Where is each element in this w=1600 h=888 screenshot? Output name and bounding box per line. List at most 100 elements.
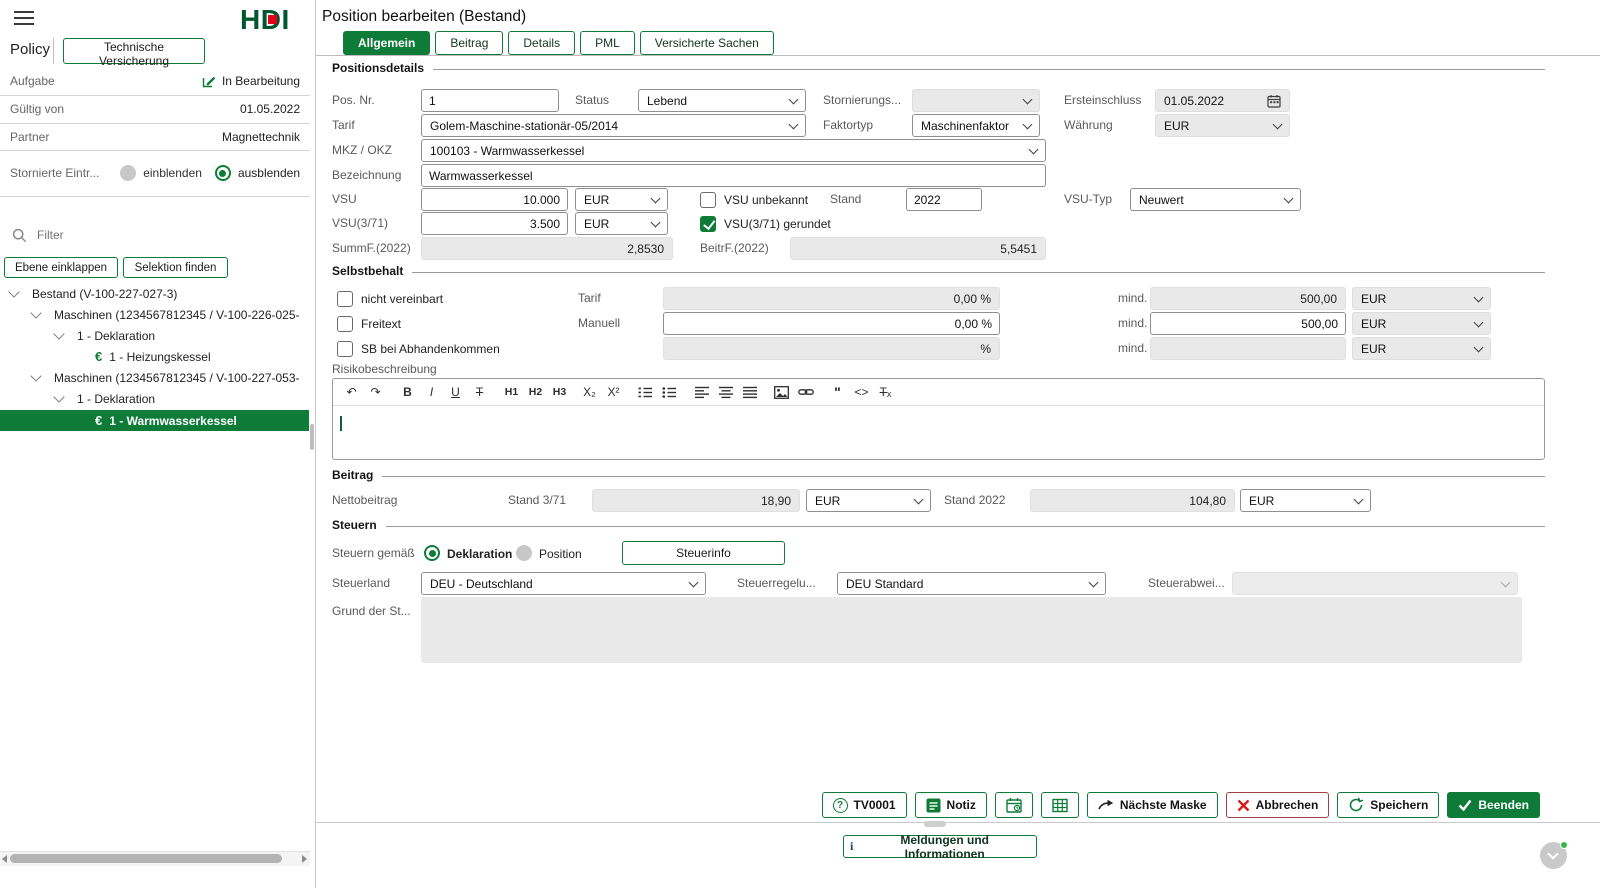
clear-format-icon[interactable]: Tx (875, 382, 896, 403)
vsu-typ-select[interactable]: Neuwert (1130, 188, 1301, 211)
bezeichnung-input[interactable] (421, 164, 1046, 187)
tree-item-deklaration-1[interactable]: 1 - Deklaration (0, 325, 309, 346)
tree-item-maschinen-1[interactable]: Maschinen (1234567812345 / V-100-226-025… (0, 304, 309, 325)
sb-currency-select[interactable]: EUR (1352, 287, 1491, 310)
steuerinfo-button[interactable]: Steuerinfo (622, 541, 785, 565)
notiz-button[interactable]: Notiz (914, 792, 987, 818)
ersteinschluss-date-field[interactable]: 01.05.2022 (1155, 89, 1290, 112)
redo-icon[interactable]: ↷ (365, 382, 386, 403)
code-icon[interactable]: <> (851, 382, 872, 403)
steuerregelung-select[interactable]: DEU Standard (837, 572, 1106, 595)
sb-currency-select[interactable]: EUR (1352, 337, 1491, 360)
abbrechen-button[interactable]: Abbrechen (1225, 792, 1330, 818)
tab-pml[interactable]: PML (580, 31, 635, 55)
h3-icon[interactable]: H3 (549, 382, 570, 403)
vsu371-currency-select[interactable]: EUR (575, 212, 668, 235)
checkbox-icon[interactable] (337, 315, 353, 332)
horizontal-scrollbar-thumb[interactable] (10, 854, 282, 863)
checkbox-checked-icon[interactable] (700, 215, 716, 232)
faktortyp-select[interactable]: Maschinenfaktor (912, 114, 1040, 137)
sb-abhandenkommen-checkbox[interactable]: SB bei Abhandenkommen (337, 339, 500, 358)
underline-icon[interactable]: U (445, 382, 466, 403)
freitext-checkbox[interactable]: Freitext (337, 314, 401, 333)
tab-beitrag[interactable]: Beitrag (435, 31, 504, 55)
quote-icon[interactable]: " (827, 382, 848, 403)
radio-ausblenden[interactable] (214, 165, 231, 181)
tab-allgemein[interactable]: Allgemein (343, 31, 431, 55)
chevron-down-icon[interactable] (30, 370, 42, 382)
bullet-list-icon[interactable] (659, 382, 680, 403)
chevron-down-icon[interactable] (53, 391, 65, 403)
vsu-input[interactable] (421, 188, 568, 211)
chevron-down-icon[interactable] (53, 328, 65, 340)
naechste-maske-button[interactable]: Nächste Maske (1086, 792, 1218, 818)
strikethrough-icon[interactable]: T (469, 382, 490, 403)
image-icon[interactable] (771, 382, 792, 403)
tab-versicherte-sachen[interactable]: Versicherte Sachen (639, 31, 774, 55)
ordered-list-icon[interactable] (635, 382, 656, 403)
meldungen-button[interactable]: i Meldungen und Informationen (843, 833, 1037, 861)
vsu-unbekannt-checkbox[interactable]: VSU unbekannt (700, 190, 808, 209)
sb-currency-select[interactable]: EUR (1352, 312, 1491, 335)
collapse-circle-button[interactable] (1540, 841, 1568, 869)
stand2022-currency-select[interactable]: EUR (1240, 489, 1371, 512)
panel-resize-handle[interactable] (924, 821, 946, 827)
tv0001-button[interactable]: ? TV0001 (821, 792, 907, 818)
menu-icon[interactable] (14, 11, 34, 29)
h2-icon[interactable]: H2 (525, 382, 546, 403)
steuerland-select[interactable]: DEU - Deutschland (421, 572, 706, 595)
table-button[interactable] (1040, 792, 1079, 818)
align-left-icon[interactable] (691, 382, 712, 403)
tarif-select[interactable]: Golem-Maschine-stationär-05/2014 (421, 114, 806, 137)
checkbox-icon[interactable] (700, 191, 716, 208)
vsu371-gerundet-checkbox[interactable]: VSU(3/71) gerundet (700, 214, 831, 233)
termin-calendar-button[interactable] (994, 792, 1033, 818)
undo-icon[interactable]: ↶ (341, 382, 362, 403)
vsu371-input[interactable] (421, 212, 568, 235)
radio-position[interactable] (516, 545, 532, 561)
sb-mind-input[interactable] (1150, 312, 1346, 335)
stand-input[interactable] (906, 188, 982, 211)
mkz-select[interactable]: 100103 - Warmwasserkessel (421, 139, 1046, 162)
superscript-icon[interactable]: X² (603, 382, 624, 403)
link-icon[interactable] (795, 382, 816, 403)
context-button[interactable]: Technische Versicherung (63, 38, 205, 68)
bold-icon[interactable]: B (397, 382, 418, 403)
stornierungs-select[interactable] (912, 89, 1040, 112)
edit-icon[interactable] (202, 74, 216, 88)
align-center-icon[interactable] (715, 382, 736, 403)
pos-nr-input[interactable] (421, 89, 559, 112)
sb-manuell-input[interactable] (663, 312, 1000, 335)
subscript-icon[interactable]: X₂ (579, 382, 600, 403)
checkbox-icon[interactable] (337, 340, 353, 357)
vsu-currency-select[interactable]: EUR (575, 188, 668, 211)
h1-icon[interactable]: H1 (501, 382, 522, 403)
filter-input[interactable] (35, 227, 304, 243)
scroll-left-arrow[interactable] (2, 855, 7, 863)
tree-item-warmwasserkessel-selected[interactable]: € 1 - Warmwasserkessel (0, 410, 309, 431)
chevron-down-icon[interactable] (8, 286, 20, 298)
tree-item-deklaration-2[interactable]: 1 - Deklaration (0, 388, 309, 409)
align-justify-icon[interactable] (739, 382, 760, 403)
italic-icon[interactable]: I (421, 382, 442, 403)
find-selection-button[interactable]: Selektion finden (123, 257, 228, 278)
radio-deklaration[interactable] (424, 545, 440, 561)
speichern-button[interactable]: Speichern (1337, 792, 1440, 818)
filter-box[interactable] (12, 222, 304, 248)
stand371-currency-select[interactable]: EUR (806, 489, 931, 512)
collapse-level-button[interactable]: Ebene einklappen (4, 257, 118, 278)
tree-item-bestand[interactable]: Bestand (V-100-227-027-3) (0, 283, 309, 304)
chevron-down-icon[interactable] (30, 307, 42, 319)
tree-item-heizungskessel[interactable]: € 1 - Heizungskessel (0, 346, 309, 367)
nicht-vereinbart-checkbox[interactable]: nicht vereinbart (337, 289, 443, 308)
checkbox-icon[interactable] (337, 290, 353, 307)
radio-einblenden[interactable] (120, 165, 137, 181)
waehrung-select[interactable]: EUR (1155, 114, 1290, 137)
risiko-text-area[interactable] (333, 416, 1544, 431)
status-select[interactable]: Lebend (638, 89, 806, 112)
vertical-scrollbar-thumb[interactable] (310, 424, 314, 450)
risiko-editor[interactable]: ↶ ↷ B I U T H1 H2 H3 X₂ X² " <> T x (332, 378, 1545, 460)
scroll-right-arrow[interactable] (302, 855, 307, 863)
calendar-icon[interactable] (1267, 94, 1281, 108)
tree-item-maschinen-2[interactable]: Maschinen (1234567812345 / V-100-227-053… (0, 367, 309, 388)
